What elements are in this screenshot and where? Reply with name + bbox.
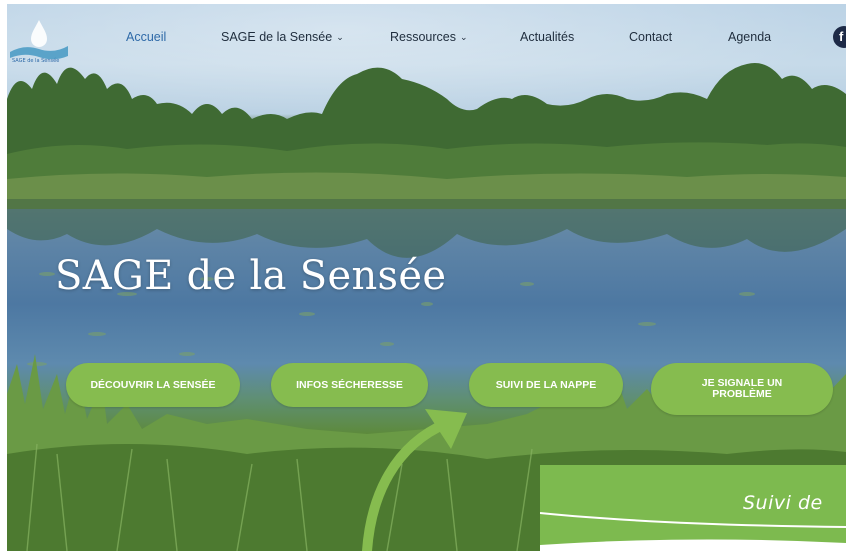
- page-title: SAGE de la Sensée: [55, 253, 447, 299]
- nav-contact[interactable]: Contact: [629, 30, 672, 44]
- card-title: Suivi de: [743, 492, 823, 514]
- infos-secheresse-button[interactable]: INFOS SÉCHERESSE: [271, 363, 428, 407]
- chevron-down-icon: ⌄: [336, 32, 344, 42]
- signaler-line2: PROBLÈME: [712, 388, 772, 400]
- logo-text: SAGE de la Sensée: [12, 57, 59, 64]
- nav-accueil[interactable]: Accueil: [126, 30, 166, 44]
- nav-sage-label: SAGE de la Sensée: [221, 30, 333, 44]
- signaler-probleme-button[interactable]: JE SIGNALE UN PROBLÈME: [651, 363, 833, 415]
- suivi-nappe-button-label: SUIVI DE LA NAPPE: [495, 378, 597, 391]
- logo-icon[interactable]: SAGE de la Sensée: [8, 18, 70, 64]
- nav-ressources-label: Ressources: [390, 30, 456, 44]
- nav-agenda[interactable]: Agenda: [728, 30, 771, 44]
- top-navigation: SAGE de la Sensée Accueil SAGE de la Sen…: [0, 0, 846, 76]
- curved-arrow-icon: [362, 409, 467, 551]
- decouvrir-button-label: DÉCOUVRIR LA SENSÉE: [90, 378, 216, 391]
- facebook-icon[interactable]: f: [833, 26, 846, 48]
- suivi-card[interactable]: Suivi de: [540, 465, 846, 551]
- nav-actualites[interactable]: Actualités: [520, 30, 574, 44]
- decouvrir-button[interactable]: DÉCOUVRIR LA SENSÉE: [66, 363, 240, 407]
- treeline: [7, 63, 846, 209]
- nav-ressources[interactable]: Ressources ⌄: [390, 30, 468, 44]
- chevron-down-icon: ⌄: [460, 32, 468, 42]
- suivi-nappe-button[interactable]: SUIVI DE LA NAPPE: [469, 363, 623, 407]
- infos-secheresse-button-label: INFOS SÉCHERESSE: [296, 378, 403, 391]
- nav-sage[interactable]: SAGE de la Sensée ⌄: [221, 30, 344, 44]
